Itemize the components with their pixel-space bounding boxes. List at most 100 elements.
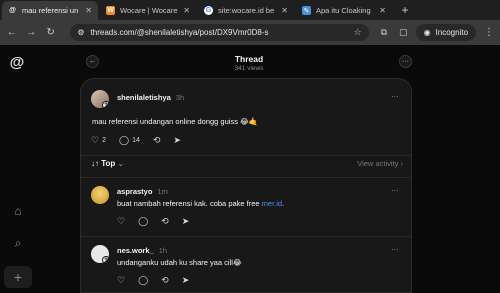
post-time: 1h <box>158 246 168 255</box>
tab-title: Wocare | Wocare <box>120 6 178 15</box>
avatar[interactable]: + <box>91 90 109 108</box>
post-time: 3h <box>175 93 185 102</box>
username[interactable]: nes.work_ <box>117 246 154 255</box>
close-icon[interactable]: ✕ <box>379 6 386 15</box>
browser-menu-icon[interactable]: ⋮ <box>484 27 494 38</box>
tab-title: mau referensi un <box>22 6 79 15</box>
tab-wocare[interactable]: W Wocare | Wocare ✕ <box>100 1 196 20</box>
send-icon: ➤ <box>181 216 190 226</box>
follow-plus-icon[interactable]: + <box>102 101 109 108</box>
post-more-icon[interactable]: ··· <box>391 245 399 254</box>
send-icon: ➤ <box>181 275 190 285</box>
comment-icon: ◯ <box>138 216 149 226</box>
repost-icon: ⟲ <box>161 216 169 226</box>
avatar[interactable]: + <box>91 245 109 263</box>
heart-icon: ♡ <box>117 275 126 285</box>
like-button[interactable]: ♡ 2 <box>91 135 106 146</box>
close-icon[interactable]: ✕ <box>85 6 92 15</box>
follow-plus-icon[interactable]: + <box>102 256 109 263</box>
heart-icon: ♡ <box>117 216 126 226</box>
extensions-icon[interactable]: ⧉ <box>381 27 387 38</box>
post-text-part: . <box>282 199 285 208</box>
thread-card: + shenilaletishya 3h ··· mau referensi un… <box>80 78 412 293</box>
wocare-icon: W <box>106 6 115 15</box>
profile-icon[interactable]: ▢ <box>399 27 408 38</box>
view-activity-link[interactable]: View activity › <box>357 159 403 168</box>
google-icon: G <box>204 6 213 15</box>
post-text: mau referensi undangan online dongg guis… <box>92 117 259 126</box>
reload-icon[interactable]: ↻ <box>45 27 56 38</box>
reply-button[interactable]: ◯ 14 <box>119 135 140 146</box>
repost-icon: ⟲ <box>161 275 169 285</box>
chevron-down-icon: ⌄ <box>117 159 125 168</box>
tab-title: site:wocare.id be <box>218 6 275 15</box>
post-more-icon[interactable]: ··· <box>391 92 399 101</box>
incognito-label: Incognito <box>435 28 469 37</box>
post-time: 1m <box>157 187 168 196</box>
share-button[interactable]: ➤ <box>182 216 190 227</box>
left-nav: @ ⌂ ⌕ + <box>0 45 36 289</box>
post-actions: ♡ 2 ◯ 14 ⟲ ➤ <box>91 135 181 146</box>
like-button[interactable]: ♡ <box>117 216 125 227</box>
view-count: 341 views <box>234 65 264 72</box>
username[interactable]: asprastyo <box>117 187 152 196</box>
like-count: 2 <box>102 137 106 144</box>
search-icon[interactable]: ⌕ <box>10 235 26 251</box>
tab-cloaking[interactable]: ✎ Apa itu Cloaking ✕ <box>296 1 392 20</box>
post-author[interactable]: nes.work_ 1h <box>117 246 167 255</box>
forward-arrow-icon[interactable]: → <box>25 27 36 38</box>
sort-label: Top <box>101 159 116 168</box>
post-author[interactable]: shenilaletishya 3h <box>117 93 184 102</box>
send-icon: ➤ <box>173 135 181 145</box>
repost-button[interactable]: ⟲ <box>153 135 161 146</box>
url-text: threads.com/@shenilaletishya/post/DX9Vmr… <box>90 28 269 37</box>
close-icon[interactable]: ✕ <box>183 6 190 15</box>
post-text: buat nambah referensi kak. coba pake fre… <box>117 199 284 208</box>
reply-button[interactable]: ◯ <box>138 275 148 286</box>
heart-icon: ♡ <box>91 135 100 145</box>
view-activity-label: View activity <box>357 159 399 168</box>
incognito-icon: ◉ <box>423 28 431 37</box>
tab-threads[interactable]: @ mau referensi un ✕ <box>2 1 98 20</box>
post-text: undanganku udah ku share yaa cill😂 <box>117 258 242 267</box>
threads-icon: @ <box>9 7 16 14</box>
username[interactable]: shenilaletishya <box>117 93 171 102</box>
comment-icon: ◯ <box>138 275 149 285</box>
reply-post: asprastyo 1m ··· buat nambah referensi ka… <box>81 178 411 236</box>
reply-post: + nes.work_ 1h ··· undanganku udah ku sha… <box>81 237 411 292</box>
incognito-badge[interactable]: ◉ Incognito <box>415 24 477 41</box>
address-bar[interactable]: ⚙ threads.com/@shenilaletishya/post/DX9V… <box>70 24 369 41</box>
reply-button[interactable]: ◯ <box>138 216 148 227</box>
post-link[interactable]: mer.id <box>262 199 282 208</box>
more-options-button[interactable]: ··· <box>399 55 412 68</box>
post-author[interactable]: asprastyo 1m <box>117 187 168 196</box>
sort-dropdown[interactable]: ↓↑ Top ⌄ <box>91 159 124 168</box>
post-more-icon[interactable]: ··· <box>391 186 399 195</box>
post-actions: ♡ ◯ ⟲ ➤ <box>117 275 189 286</box>
repost-icon: ⟲ <box>152 135 161 145</box>
threads-page: @ ⌂ ⌕ + ← Thread 341 views ··· + shenila… <box>0 45 500 293</box>
tab-google[interactable]: G site:wocare.id be ✕ <box>198 1 294 20</box>
home-icon[interactable]: ⌂ <box>10 203 26 219</box>
share-button[interactable]: ➤ <box>173 135 181 146</box>
browser-tab-bar: @ mau referensi un ✕ W Wocare | Wocare ✕… <box>0 0 500 20</box>
repost-button[interactable]: ⟲ <box>161 216 169 227</box>
create-post-button[interactable]: + <box>4 266 32 288</box>
threads-logo-icon[interactable]: @ <box>9 55 25 71</box>
main-post: + shenilaletishya 3h ··· mau referensi un… <box>81 79 411 155</box>
browser-toolbar: ← → ↻ ⚙ threads.com/@shenilaletishya/pos… <box>0 20 500 45</box>
sort-bar: ↓↑ Top ⌄ View activity › <box>91 157 403 171</box>
repost-button[interactable]: ⟲ <box>161 275 169 286</box>
post-text-part: buat nambah referensi kak. coba pake fre… <box>117 199 262 208</box>
like-button[interactable]: ♡ <box>117 275 125 286</box>
new-tab-button[interactable]: + <box>398 4 412 18</box>
close-icon[interactable]: ✕ <box>281 6 288 15</box>
avatar[interactable] <box>91 186 109 204</box>
chevron-right-icon: › <box>400 159 404 168</box>
back-arrow-icon[interactable]: ← <box>6 27 17 38</box>
page-title: Thread <box>234 54 264 64</box>
reply-count: 14 <box>132 137 140 144</box>
bookmark-star-icon[interactable]: ☆ <box>354 27 362 38</box>
share-button[interactable]: ➤ <box>182 275 190 286</box>
site-info-icon[interactable]: ⚙ <box>77 28 84 37</box>
